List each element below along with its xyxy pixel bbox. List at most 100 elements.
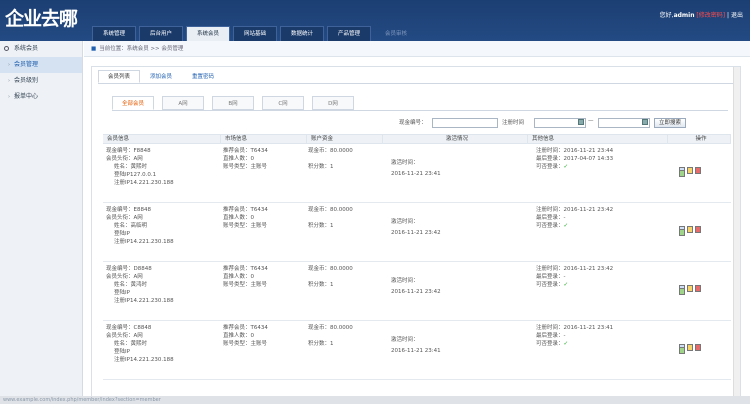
subtab-d[interactable]: D网 [312,96,354,110]
col-account-funds: 账户资金 [307,135,383,143]
table-row: 现金编号：E8848 会员头衔：A网 姓名：高临明 登陆IP 注册IP14.22… [103,204,731,262]
check-icon: ✓ [563,340,569,347]
login-ip: 登陆IP [114,348,130,355]
can-login-label: 可否登录： [536,222,564,229]
sidebar-item-member-manage[interactable]: › 会员管理 [0,57,82,73]
subtabs-divider [112,110,728,111]
tab-add-member[interactable]: 添加会员 [140,70,182,83]
other-info: 注册时间：2016-11-21 23:42 最后登录：- 可否登录：✓ [536,207,613,231]
subtab-all[interactable]: 全部会员 [112,96,154,110]
member-code: 现金编号：C8848 [106,325,152,331]
folder-icon[interactable] [687,344,693,351]
other-info: 注册时间：2016-11-21 23:44 最后登录：2017-04-07 14… [536,148,613,172]
delete-icon[interactable] [695,226,701,233]
nav-tab-admin-users[interactable]: 后台用户 [139,26,183,41]
can-login-label: 可否登录： [536,163,564,170]
member-info: 现金编号：D8848 会员头衔：A网 姓名：黄鸿时 登陆IP 注册IP14.22… [106,266,174,306]
date-dash: — [588,118,594,124]
calendar-icon[interactable] [642,119,648,125]
tab-reset-password[interactable]: 重置密码 [182,70,224,83]
referrer: 推荐会员：T6434 [223,325,268,331]
start-date-input[interactable] [534,118,586,128]
direct-count: 直推人数：0 [223,155,254,162]
register-time: 注册时间：2016-11-21 23:42 [536,266,614,272]
arrow-icon: › [8,94,10,100]
network-tabs: 全部会员 A网 B网 C网 D网 [112,96,354,110]
folder-icon[interactable] [687,226,693,233]
row-actions [679,167,701,177]
member-info: 现金编号：E8848 会员头衔：A网 姓名：高临明 登陆IP 注册IP14.22… [106,207,174,247]
end-date-input[interactable] [598,118,650,128]
sidebar-header-label: 系统会员 [14,45,39,52]
sidebar-item-label: 报单中心 [14,93,39,100]
edit-icon[interactable] [679,347,685,354]
logout-link[interactable]: 退出 [731,12,743,19]
folder-icon[interactable] [687,167,693,174]
activation-label: 激活时间： [391,337,419,343]
register-ip: 注册IP14.221.230.188 [114,297,174,304]
code-label: 现金编号： [399,120,427,126]
can-login-label: 可否登录： [536,340,564,347]
arrow-icon: › [8,78,10,84]
cash-balance: 现金币：80.0000 [308,148,353,154]
other-info: 注册时间：2016-11-21 23:41 最后登录：- 可否登录：✓ [536,325,613,349]
edit-icon[interactable] [679,229,685,236]
nav-tab-products[interactable]: 产品管理 [327,26,371,41]
subtab-b[interactable]: B网 [212,96,254,110]
cash-balance: 现金币：80.0000 [308,207,353,213]
delete-icon[interactable] [695,285,701,292]
can-login: 可否登录：✓ [536,223,613,231]
last-login: 最后登录：- [536,332,566,339]
arrow-icon: › [8,62,10,68]
change-password-link[interactable]: [修改密码] [696,12,725,19]
logo: 企业去哪 [5,8,78,30]
nav-tab-members[interactable]: 系统会员 [186,26,230,41]
folder-icon[interactable] [687,285,693,292]
page-tabs: 会员列表 添加会员 重置密码 [98,70,224,83]
nav-tab-site[interactable]: 网站基础 [233,26,277,41]
member-info: 现金编号：F8848 会员头衔：A网 姓名：黄熙时 登陆IP127.0.0.1 … [106,148,174,188]
register-time: 注册时间：2016-11-21 23:42 [536,207,614,213]
edit-icon[interactable] [679,288,685,295]
points: 积分数：1 [308,163,334,170]
member-rank: 会员头衔：A网 [106,332,143,339]
calendar-icon[interactable] [578,119,584,125]
separator: | [727,12,730,19]
sidebar-item-member-level[interactable]: › 会员级别 [0,73,82,89]
subtab-a[interactable]: A网 [162,96,204,110]
member-info: 现金编号：C8848 会员头衔：A网 姓名：黄熙时 登陆IP 注册IP14.22… [106,325,174,365]
activation-time: 2016-11-21 23:42 [391,230,441,236]
nav-tab-system[interactable]: 系统管理 [92,26,136,41]
code-input[interactable] [432,118,498,128]
register-ip: 注册IP14.221.230.188 [114,179,174,186]
top-header: 企业去哪 系统管理 后台用户 系统会员 网站基础 数据统计 产品管理 会员审核 … [0,0,750,41]
nav-tab-review[interactable]: 会员审核 [374,26,418,41]
last-login: 最后登录：- [536,273,566,280]
member-name: 姓名：黄鸿时 [114,281,148,288]
sidebar-header[interactable]: 系统会员 [0,41,82,57]
market-info: 推荐会员：T6434 直推人数：0 账号类型：主账号 [223,207,268,231]
table-row: 现金编号：D8848 会员头衔：A网 姓名：黄鸿时 登陆IP 注册IP14.22… [103,263,731,321]
subtab-c[interactable]: C网 [262,96,304,110]
can-login: 可否登录：✓ [536,164,613,172]
search-button[interactable]: 立即搜索 [654,118,686,128]
member-name: 姓名：高临明 [114,222,148,229]
login-ip: 登陆IP [114,230,130,237]
activation: 激活时间： 2016-11-21 23:41 [391,335,441,357]
nav-tab-stats[interactable]: 数据统计 [280,26,324,41]
tab-member-list[interactable]: 会员列表 [98,70,141,83]
other-info: 注册时间：2016-11-21 23:42 最后登录：- 可否登录：✓ [536,266,613,290]
time-label: 注册时间 [502,120,525,126]
account-type: 账号类型：主账号 [223,163,268,170]
delete-icon[interactable] [695,167,701,174]
edit-icon[interactable] [679,170,685,177]
user-info: 您好,admin [修改密码] | 退出 [660,10,743,19]
delete-icon[interactable] [695,344,701,351]
activation: 激活时间： 2016-11-21 23:41 [391,158,441,180]
sidebar-item-report-center[interactable]: › 报单中心 [0,89,82,105]
activation: 激活时间： 2016-11-21 23:42 [391,276,441,298]
scrollbar[interactable] [733,67,740,404]
col-market-info: 市场信息 [221,135,307,143]
table-header: 会员信息 市场信息 账户资金 激活情况 其他信息 操作 [103,134,731,144]
col-member-info: 会员信息 [103,135,221,143]
